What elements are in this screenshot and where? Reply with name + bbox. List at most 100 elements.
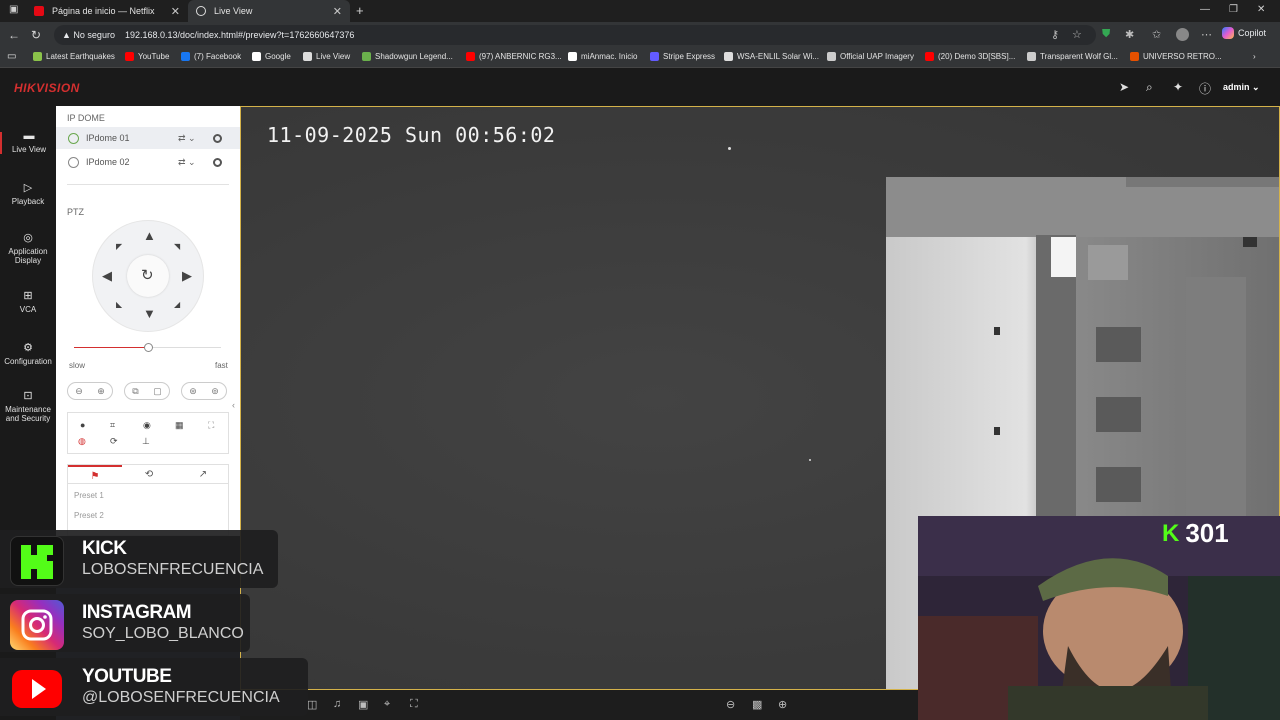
bookmark-item[interactable]: Live View [303, 52, 350, 61]
stop-all-icon[interactable]: ▩ [752, 698, 762, 711]
park-icon[interactable]: ⊥ [142, 436, 150, 447]
focus-near-icon[interactable]: ⧉ [132, 386, 138, 397]
tools-icon[interactable]: ✦ [1173, 80, 1183, 94]
bookmarks-overflow-icon[interactable]: › [1253, 52, 1256, 61]
ptz-auto-button[interactable]: ↻ [127, 255, 169, 297]
fullscreen-icon[interactable]: ⛶ [410, 698, 418, 711]
zoom-target-icon[interactable]: ◍ [78, 436, 86, 447]
face-detect-icon[interactable]: ⛶ [208, 420, 214, 431]
profile-avatar[interactable] [1176, 28, 1189, 41]
nav-configuration[interactable]: ⚙ Configuration [0, 343, 56, 367]
search-icon[interactable]: ⌕ [1146, 80, 1153, 95]
social-instagram: INSTAGRAM SOY_LOBO_BLANCO [0, 594, 250, 652]
tab-pattern[interactable]: ↗ [176, 465, 230, 484]
snapshot-icon[interactable]: ◫ [307, 698, 317, 711]
next-icon[interactable]: ⊕ [778, 698, 787, 711]
auto-rotate-icon: ↻ [141, 267, 154, 284]
ptz-down-left-button[interactable]: ◣ [116, 300, 122, 309]
nav-playback[interactable]: ▷ Playback [0, 183, 56, 207]
close-tab-icon[interactable]: ✕ [171, 5, 180, 18]
nav-vca[interactable]: ⊞ VCA [0, 291, 56, 315]
tab-patrol[interactable]: ⟲ [122, 465, 176, 484]
user-menu[interactable]: admin ⌄ [1223, 82, 1260, 93]
social-handle: SOY_LOBO_BLANCO [82, 625, 244, 642]
ptz-up-right-button[interactable]: ◥ [174, 242, 180, 251]
bookmark-item[interactable]: WSA-ENLIL Solar Wi... [724, 52, 819, 61]
nav-maintenance-security[interactable]: ⊡ Maintenance and Security [0, 391, 56, 424]
user-name: admin [1223, 82, 1250, 92]
record-icon[interactable] [213, 133, 222, 143]
ptz-up-left-button[interactable]: ◤ [116, 242, 122, 251]
zoom-in-icon[interactable]: ⊕ [97, 386, 105, 397]
bookmark-item[interactable]: Stripe Express [650, 52, 715, 61]
key-icon[interactable]: ⚷ [1051, 28, 1059, 41]
bookmark-item[interactable]: Transparent Wolf Gl... [1027, 52, 1118, 61]
bookmark-item[interactable]: Official UAP Imagery [827, 52, 914, 61]
ptz-down-button[interactable]: ▼ [143, 306, 156, 321]
preset-item[interactable]: Preset 2 [74, 511, 104, 520]
restore-icon[interactable]: ❐ [1229, 4, 1238, 15]
microphone-icon[interactable]: ♫ [333, 698, 341, 710]
slider-handle[interactable] [143, 343, 153, 352]
favorites-icon[interactable]: ✩ [1152, 28, 1161, 41]
collapse-panel-icon[interactable]: ‹ [232, 400, 240, 422]
refresh-icon[interactable]: ⟳ [110, 436, 118, 447]
previous-icon[interactable]: ⊖ [726, 698, 735, 711]
bookmark-star-icon[interactable]: ☆ [1072, 28, 1082, 41]
youtube-logo [10, 664, 64, 714]
tab-actions-icon[interactable]: ▣ [9, 4, 18, 15]
bookmark-item[interactable]: (20) Demo 3D[SBS]... [925, 52, 1015, 61]
shield-extension-icon[interactable]: ⛊ [1102, 28, 1110, 41]
browser-tab-netflix[interactable]: Página de inicio — Netflix ✕ [26, 0, 188, 22]
address-bar[interactable]: ▲ No seguro 192.168.0.13/doc/index.html#… [54, 25, 1096, 45]
camera-item-ipdome-01[interactable]: IPdome 01 ⇄ ⌄ [56, 127, 240, 149]
iris-open-icon[interactable]: ⊚ [211, 386, 219, 397]
bookmark-item[interactable]: YouTube [125, 52, 169, 61]
menu-icon[interactable]: ⋯ [1201, 28, 1212, 41]
info-icon[interactable]: ⓘ [1199, 80, 1211, 97]
focus-far-icon[interactable]: ▢ [153, 386, 162, 397]
stream-select-icon[interactable]: ⇄ ⌄ [178, 157, 196, 168]
wiper-icon[interactable]: ◉ [143, 420, 151, 431]
focus-frame-icon[interactable]: ⌗ [110, 420, 115, 431]
tabs-icon[interactable]: ▭ [7, 51, 16, 62]
zoom-region-icon[interactable]: ⌖ [384, 698, 390, 711]
bookmark-item[interactable]: Latest Earthquakes [33, 52, 115, 61]
camera-item-ipdome-02[interactable]: IPdome 02 ⇄ ⌄ [56, 151, 240, 173]
bookmark-item[interactable]: (97) ANBERNIC RG3... [466, 52, 562, 61]
zoom-out-icon[interactable]: ⊖ [75, 386, 83, 397]
ptz-speed-slider[interactable] [74, 343, 221, 352]
speed-slow-label: slow [69, 361, 86, 370]
browser-tab-liveview[interactable]: Live View ✕ [188, 0, 350, 22]
reload-icon[interactable]: ↻ [31, 28, 41, 42]
ptz-down-right-button[interactable]: ◢ [174, 300, 180, 309]
ptz-left-button[interactable]: ◀ [102, 268, 112, 284]
stream-select-icon[interactable]: ⇄ ⌄ [178, 133, 196, 144]
nav-live-view[interactable]: ▬ Live View [0, 131, 56, 154]
back-icon[interactable]: ← [8, 28, 20, 42]
close-window-icon[interactable]: ✕ [1257, 4, 1265, 15]
grid-icon[interactable]: ▦ [175, 420, 184, 431]
light-icon[interactable]: ● [80, 420, 85, 430]
iris-close-icon[interactable]: ⊛ [189, 386, 197, 397]
send-icon[interactable]: ➤ [1119, 80, 1129, 94]
ptz-right-button[interactable]: ▶ [182, 268, 192, 284]
copilot-button[interactable]: Copilot [1222, 27, 1266, 39]
bookmark-icon [125, 52, 134, 61]
record-icon[interactable] [213, 157, 222, 167]
ptz-up-button[interactable]: ▲ [143, 228, 156, 243]
bookmark-item[interactable]: UNIVERSO RETRO... [1130, 52, 1222, 61]
nav-application-display[interactable]: ◎ Application Display [0, 233, 56, 266]
image-icon[interactable]: ▣ [358, 698, 368, 711]
new-tab-icon[interactable]: + [356, 3, 364, 18]
close-tab-icon[interactable]: ✕ [333, 5, 342, 18]
bookmark-item[interactable]: miAnmac. Inicio [568, 52, 637, 61]
preset-item[interactable]: Preset 1 [74, 491, 104, 500]
tab-presets[interactable]: ⚑ [68, 465, 122, 484]
minimize-icon[interactable]: — [1200, 4, 1210, 15]
not-secure-badge[interactable]: ▲ No seguro [62, 30, 115, 40]
extensions-icon[interactable]: ✱ [1125, 28, 1134, 41]
bookmark-item[interactable]: Shadowgun Legend... [362, 52, 453, 61]
bookmark-item[interactable]: Google [252, 52, 291, 61]
bookmark-item[interactable]: (7) Facebook [181, 52, 241, 61]
